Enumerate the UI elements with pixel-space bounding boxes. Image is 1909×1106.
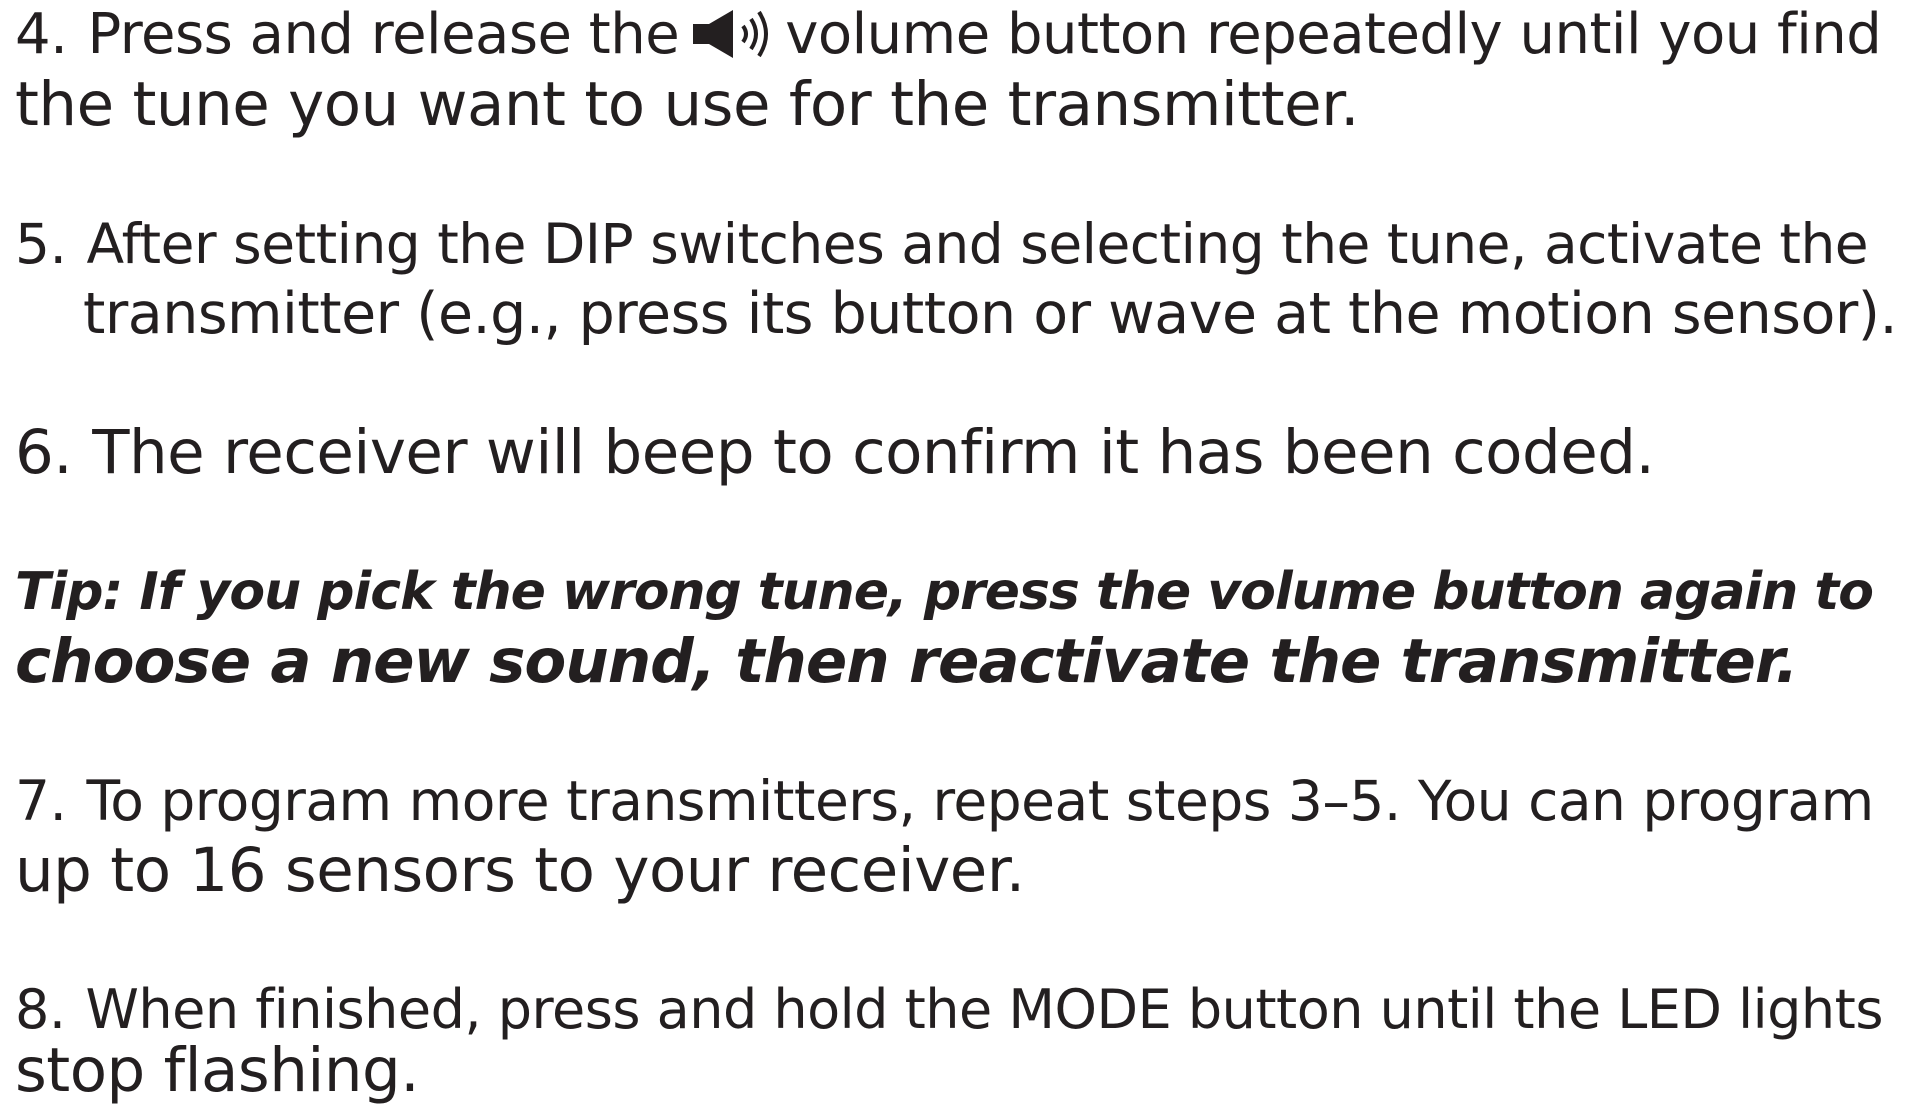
step-4-text-before-icon: Press and release the bbox=[87, 2, 680, 67]
step-4-line-1: 4. Press and release the volume button re… bbox=[15, 0, 1882, 70]
step-8-line-2: stop flashing. bbox=[15, 1035, 420, 1106]
step-6-text: The receiver will beep to confirm it has… bbox=[92, 417, 1655, 488]
step-7-line-2: up to 16 sensors to your receiver. bbox=[15, 835, 1025, 906]
step-7-number: 7. bbox=[15, 769, 67, 833]
step-8-text-line-1: When finished, press and hold the MODE b… bbox=[85, 978, 1884, 1041]
step-4-line-2: the tune you want to use for the transmi… bbox=[15, 69, 1360, 140]
step-6-number: 6. bbox=[15, 417, 73, 488]
step-6-line-1: 6. The receiver will beep to confirm it h… bbox=[15, 417, 1655, 488]
step-4-number: 4. bbox=[15, 2, 68, 67]
speaker-volume-icon bbox=[689, 6, 779, 62]
step-5-number: 5. bbox=[15, 212, 67, 276]
step-5-line-1: 5. After setting the DIP switches and sel… bbox=[15, 209, 1869, 279]
tip-line-2: choose a new sound, then reactivate the … bbox=[15, 626, 1798, 697]
step-7-line-1: 7. To program more transmitters, repeat s… bbox=[15, 766, 1874, 836]
step-4-text-after-icon: volume button repeatedly until you find bbox=[785, 2, 1882, 67]
step-5-line-2: transmitter (e.g., press its button or w… bbox=[83, 281, 1898, 347]
tip-line-1: Tip: If you pick the wrong tune, press t… bbox=[15, 562, 1874, 622]
step-7-text-line-1: To program more transmitters, repeat ste… bbox=[86, 769, 1874, 833]
step-5-text-line-1: After setting the DIP switches and selec… bbox=[86, 212, 1869, 276]
instruction-document: 4. Press and release the volume button re… bbox=[0, 0, 1909, 1106]
